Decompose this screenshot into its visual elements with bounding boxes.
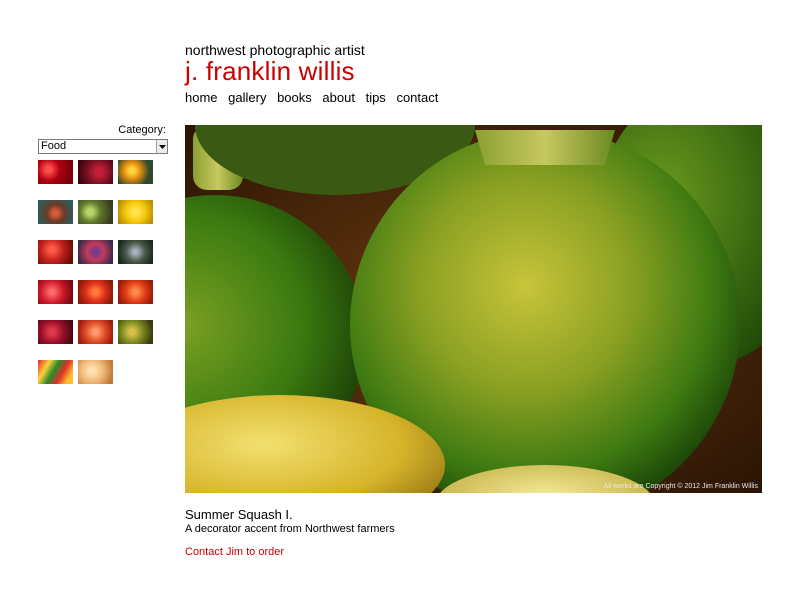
thumbnail-image[interactable] (118, 200, 153, 224)
chevron-down-icon[interactable] (156, 140, 167, 153)
thumbnail-image[interactable] (78, 360, 113, 384)
main-nav: home gallery books about tips contact (185, 90, 445, 106)
category-label: Category: (118, 124, 166, 136)
category-selected-value: Food (41, 140, 67, 152)
category-select[interactable]: Food (38, 139, 168, 154)
thumbnail-image[interactable] (78, 200, 113, 224)
photo-description: A decorator accent from Northwest farmer… (185, 523, 395, 535)
thumbnail-image[interactable] (118, 280, 153, 304)
thumbnail-grid (38, 160, 166, 384)
thumbnail-image[interactable] (118, 160, 153, 184)
gallery-sidebar: Category: Food (38, 124, 168, 384)
thumbnail-image[interactable] (38, 200, 73, 224)
thumbnail-image[interactable] (78, 320, 113, 344)
photo-title: Summer Squash I. (185, 507, 293, 522)
nav-about[interactable]: about (322, 90, 355, 105)
squash-photo-illustration (185, 125, 762, 493)
order-link[interactable]: Contact Jim to order (185, 546, 395, 559)
copyright-notice: All works are Copyright © 2012 Jim Frank… (603, 483, 758, 490)
nav-home[interactable]: home (185, 90, 218, 105)
thumbnail-image[interactable] (78, 280, 113, 304)
nav-tips[interactable]: tips (366, 90, 386, 105)
featured-photo: All works are Copyright © 2012 Jim Frank… (185, 125, 762, 493)
nav-gallery[interactable]: gallery (228, 90, 266, 105)
thumbnail-image[interactable] (118, 240, 153, 264)
thumbnail-image[interactable] (78, 240, 113, 264)
site-header: northwest photographic artist j. frankli… (185, 42, 445, 106)
photo-caption: Summer Squash I. A decorator accent from… (185, 507, 395, 559)
thumbnail-image[interactable] (38, 240, 73, 264)
thumbnail-image[interactable] (38, 280, 73, 304)
thumbnail-image[interactable] (38, 360, 73, 384)
thumbnail-image[interactable] (38, 320, 73, 344)
thumbnail-image[interactable] (118, 320, 153, 344)
thumbnail-image[interactable] (78, 160, 113, 184)
thumbnail-image[interactable] (38, 160, 73, 184)
nav-books[interactable]: books (277, 90, 312, 105)
site-name[interactable]: j. franklin willis (185, 58, 445, 84)
nav-contact[interactable]: contact (396, 90, 438, 105)
